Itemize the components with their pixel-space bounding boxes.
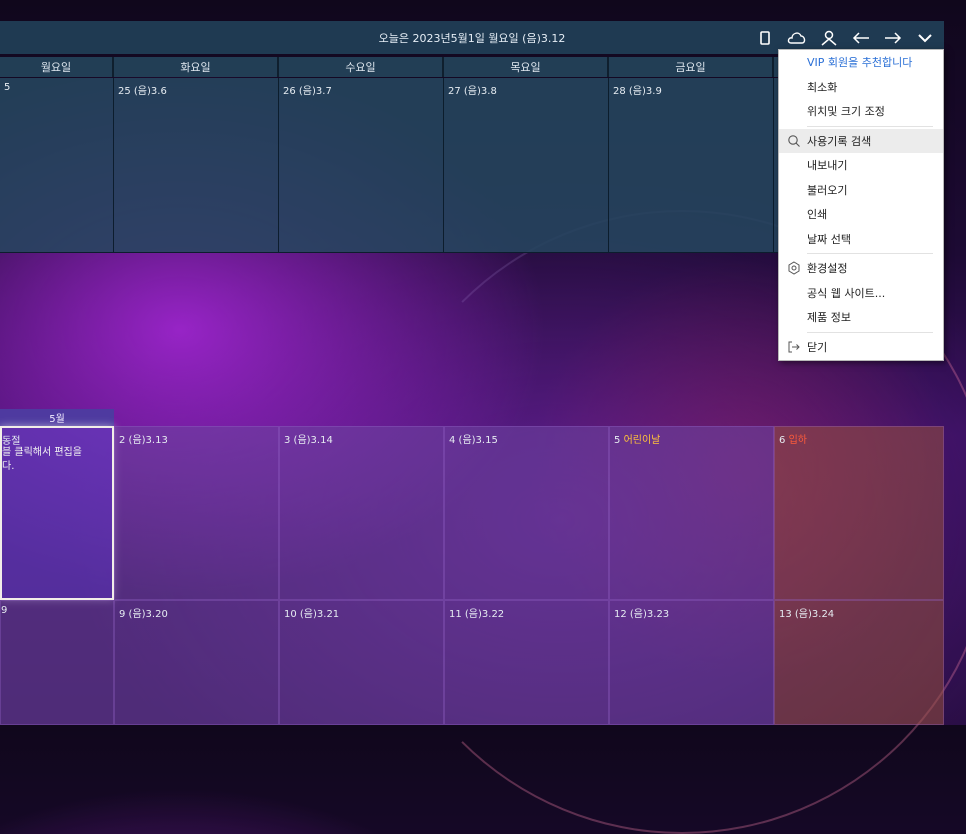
day-cell[interactable]: 27 (음)3.8 <box>444 78 609 253</box>
day-number: 6 <box>779 435 786 446</box>
menu-item-print[interactable]: 인쇄 <box>779 202 943 227</box>
gear-icon <box>787 261 801 275</box>
day-cell[interactable]: 2 (음)3.13 <box>114 426 279 600</box>
menu-item-label: 닫기 <box>807 340 828 354</box>
main-dropdown-menu: VIP 회원을 추천합니다 최소화 위치및 크기 조정 사용기록 검색 내보내기… <box>778 49 944 361</box>
arrow-right-icon[interactable] <box>880 25 906 51</box>
day-cell[interactable]: 9 (음)3.20 <box>114 600 279 725</box>
today-title: 오늘은 2023년5월1일 월요일 (음)3.12 <box>378 31 566 45</box>
weekday-label: 금요일 <box>609 57 774 77</box>
day-cell[interactable]: 4 (음)3.15 <box>444 426 609 600</box>
weekday-label: 수요일 <box>279 57 444 77</box>
day-number: 3 (음)3.14 <box>284 435 333 446</box>
day-cell[interactable]: 10 (음)3.21 <box>279 600 444 725</box>
day-number: 10 (음)3.21 <box>284 609 340 620</box>
arrow-left-icon[interactable] <box>848 25 874 51</box>
weekday-label: 화요일 <box>114 57 279 77</box>
edit-hint: 블 클릭해서 편집을 다. <box>2 447 82 472</box>
menu-item-minimize[interactable]: 최소화 <box>779 75 943 100</box>
day-cell[interactable]: 11 (음)3.22 <box>444 600 609 725</box>
day-cell[interactable]: 26 (음)3.7 <box>279 78 444 253</box>
day-cell-saturday[interactable]: 6 입하 <box>774 426 944 600</box>
menu-item-import[interactable]: 불러오기 <box>779 178 943 203</box>
menu-item-select-date[interactable]: 날짜 선택 <box>779 227 943 252</box>
cloud-icon[interactable] <box>784 25 810 51</box>
chevron-down-icon[interactable] <box>912 25 938 51</box>
menu-item-export[interactable]: 내보내기 <box>779 153 943 178</box>
day-number: 28 (음)3.9 <box>613 86 662 97</box>
month-label: 5월 <box>0 409 114 426</box>
menu-item-website[interactable]: 공식 웹 사이트... <box>779 281 943 306</box>
menu-item-position-size[interactable]: 위치및 크기 조정 <box>779 99 943 124</box>
day-number-holiday: 5 어린이날 <box>614 431 660 446</box>
day-number: 12 (음)3.23 <box>614 609 670 620</box>
menu-item-vip[interactable]: VIP 회원을 추천합니다 <box>779 50 943 75</box>
menu-item-label: 사용기록 검색 <box>807 134 872 148</box>
weekday-label: 월요일 <box>0 57 114 77</box>
day-number: 9 (음)3.20 <box>119 609 168 620</box>
day-number: 9 <box>1 605 8 616</box>
exit-icon <box>787 340 801 354</box>
day-cell[interactable]: 5 <box>0 78 114 253</box>
search-icon <box>787 134 801 148</box>
day-number-holiday: 6 입하 <box>779 431 807 446</box>
weekday-label: 목요일 <box>444 57 609 77</box>
holiday-label: 입하 <box>788 435 807 446</box>
day-number: 4 (음)3.15 <box>449 435 498 446</box>
day-cell[interactable]: 25 (음)3.6 <box>114 78 279 253</box>
day-cell[interactable]: 5 어린이날 <box>609 426 774 600</box>
day-cell[interactable]: 3 (음)3.14 <box>279 426 444 600</box>
menu-item-close[interactable]: 닫기 <box>779 335 943 360</box>
day-cell-saturday[interactable]: 13 (음)3.24 <box>774 600 944 725</box>
day-number: 27 (음)3.8 <box>448 86 497 97</box>
menu-separator <box>807 331 933 333</box>
menu-separator <box>807 253 933 254</box>
menu-item-label: 환경설정 <box>807 262 848 276</box>
calendar-week-row: 동절 블 클릭해서 편집을 다. 2 (음)3.13 3 (음)3.14 4 (… <box>0 426 944 600</box>
day-cell[interactable]: 9 <box>0 600 114 725</box>
day-number: 5 <box>614 435 621 446</box>
day-cell-selected[interactable]: 동절 블 클릭해서 편집을 다. <box>0 426 114 600</box>
day-number: 5 <box>4 82 11 93</box>
day-number: 13 (음)3.24 <box>779 609 835 620</box>
phone-icon[interactable] <box>752 25 778 51</box>
menu-item-product-info[interactable]: 제품 정보 <box>779 305 943 330</box>
day-number: 26 (음)3.7 <box>283 86 332 97</box>
holiday-label: 동절 <box>2 436 21 447</box>
menu-item-search-history[interactable]: 사용기록 검색 <box>779 128 943 153</box>
holiday-label: 어린이날 <box>623 435 661 446</box>
menu-item-settings[interactable]: 환경설정 <box>779 256 943 281</box>
user-icon[interactable] <box>816 25 842 51</box>
menu-separator <box>807 125 933 127</box>
day-cell[interactable]: 12 (음)3.23 <box>609 600 774 725</box>
day-number: 25 (음)3.6 <box>118 86 167 97</box>
day-number: 2 (음)3.13 <box>119 435 168 446</box>
calendar-week-row: 9 9 (음)3.20 10 (음)3.21 11 (음)3.22 12 (음)… <box>0 600 944 725</box>
day-number: 11 (음)3.22 <box>449 609 505 620</box>
day-cell[interactable]: 28 (음)3.9 <box>609 78 774 253</box>
